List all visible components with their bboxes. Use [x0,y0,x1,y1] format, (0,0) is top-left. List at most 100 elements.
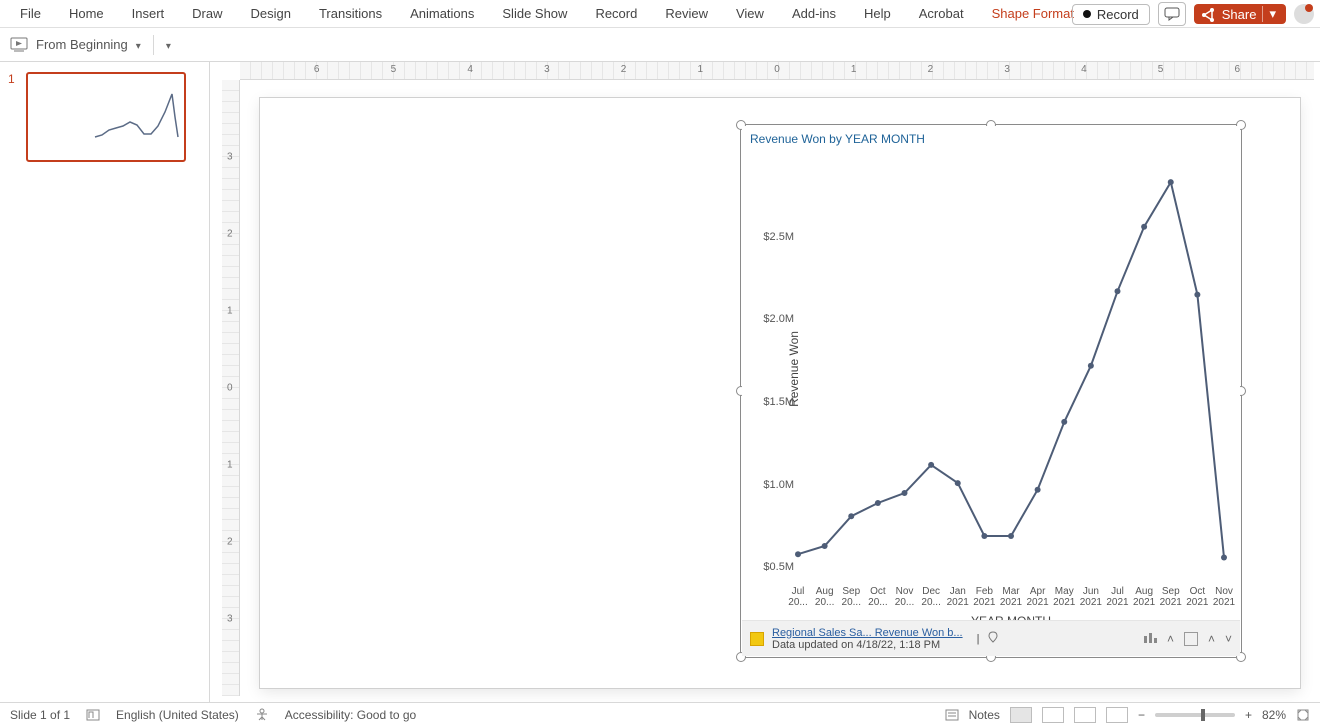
account-icon[interactable] [1294,4,1314,24]
chart-point [848,513,854,519]
status-slide-info: Slide 1 of 1 [10,708,70,722]
chart-point [955,480,961,486]
chart-object[interactable]: Revenue Won by YEAR MONTH Revenue Won YE… [742,126,1240,656]
chart-source-link[interactable]: Regional Sales Sa... Revenue Won b... [772,627,963,639]
ruler-v-label: 3 [227,152,233,163]
qat-customize-chevron-icon[interactable] [166,37,171,52]
chart-plot-area: Revenue Won YEAR MONTH $0.5M$1.0M$1.5M$2… [798,154,1224,584]
tab-review[interactable]: Review [651,0,722,28]
slide-canvas-area[interactable]: 6543210123456 3210123 Revenue Won by YEA… [210,62,1320,702]
comments-button[interactable] [1158,2,1186,26]
share-button[interactable]: Share ▾ [1194,4,1286,24]
view-sorter-button[interactable] [1042,707,1064,723]
share-chevron-icon[interactable]: ▾ [1262,6,1276,22]
zoom-slider[interactable] [1155,713,1235,717]
fit-to-window-icon[interactable] [1296,708,1310,722]
chart-expand-icon[interactable] [1184,632,1198,646]
ruler-v-label: 2 [227,537,233,548]
tab-transitions[interactable]: Transitions [305,0,396,28]
zoom-slider-thumb[interactable] [1201,709,1205,721]
notes-icon [945,708,959,722]
view-normal-button[interactable] [1010,707,1032,723]
chart-footer: Regional Sales Sa... Revenue Won b... Da… [742,620,1240,656]
slide-thumbnail-1[interactable] [26,72,186,162]
chart-type-icon[interactable] [1143,630,1157,647]
chart-point [1035,487,1041,493]
ruler-h-label: 3 [544,64,550,75]
status-bar: Slide 1 of 1 English (United States) Acc… [0,702,1320,726]
chart-point [1115,288,1121,294]
chart-point [875,500,881,506]
status-language[interactable]: English (United States) [116,708,239,722]
y-tick-label: $2.5M [763,231,794,243]
chart-pin-icon[interactable] [987,631,999,646]
slide[interactable]: Revenue Won by YEAR MONTH Revenue Won YE… [260,98,1300,688]
from-beginning-icon[interactable] [10,37,28,53]
chart-footer-right: ˄ ˄ ˅ [1143,630,1232,647]
ruler-h-label: 4 [1081,64,1087,75]
zoom-out-button[interactable]: − [1138,708,1145,722]
tab-view[interactable]: View [722,0,778,28]
ruler-v-label: 2 [227,229,233,240]
ruler-v-label: 0 [227,383,233,394]
ruler-h-label: 0 [774,64,780,75]
ruler-h-label: 1 [698,64,704,75]
tab-home[interactable]: Home [55,0,118,28]
ruler-h-label: 2 [621,64,627,75]
ruler-v-label: 3 [227,614,233,625]
ruler-h-label: 2 [928,64,934,75]
share-icon [1202,7,1216,21]
chevron-up-icon-2[interactable]: ˄ [1208,632,1215,646]
ribbon: File Home Insert Draw Design Transitions… [0,0,1320,28]
ruler-h-label: 1 [851,64,857,75]
chevron-up-icon[interactable]: ˄ [1167,632,1174,646]
ruler-h-label: 6 [1235,64,1241,75]
tab-animations[interactable]: Animations [396,0,488,28]
chart-point [902,490,908,496]
ruler-h-label: 6 [314,64,320,75]
share-label: Share [1222,7,1257,22]
tab-file[interactable]: File [6,0,55,28]
tab-draw[interactable]: Draw [178,0,236,28]
tab-help[interactable]: Help [850,0,905,28]
ruler-h-label: 5 [1158,64,1164,75]
chart-point [1168,179,1174,185]
chevron-down-icon[interactable]: ˅ [1225,632,1232,646]
tab-record[interactable]: Record [581,0,651,28]
tab-design[interactable]: Design [237,0,305,28]
spellcheck-icon[interactable] [86,708,100,722]
ribbon-right-controls: Record Share ▾ [1072,2,1314,26]
vertical-ruler: 3210123 [222,80,240,696]
horizontal-ruler: 6543210123456 [240,62,1314,80]
chart-point [928,462,934,468]
chart-point [1141,224,1147,230]
status-accessibility[interactable]: Accessibility: Good to go [285,708,416,722]
ruler-h-label: 4 [467,64,473,75]
from-beginning-label[interactable]: From Beginning [36,37,128,52]
zoom-in-button[interactable]: + [1245,708,1252,722]
view-slideshow-button[interactable] [1106,707,1128,723]
x-tick-label: Nov2021 [1207,586,1241,608]
tab-insert[interactable]: Insert [118,0,179,28]
quick-access-toolbar: From Beginning [0,28,1320,62]
from-beginning-chevron-icon[interactable] [136,37,141,52]
tab-add-ins[interactable]: Add-ins [778,0,850,28]
y-tick-label: $0.5M [763,561,794,573]
thumbnail-chart-icon [90,82,180,152]
view-reading-button[interactable] [1074,707,1096,723]
chart-point [1221,555,1227,561]
qat-separator [153,35,154,55]
tab-slide-show[interactable]: Slide Show [488,0,581,28]
thumbnail-pane[interactable]: 1 [0,62,210,702]
chart-point [1088,363,1094,369]
zoom-value[interactable]: 82% [1262,708,1286,722]
tab-acrobat[interactable]: Acrobat [905,0,978,28]
powerbi-icon [750,632,764,646]
thumbnail-number: 1 [8,72,20,162]
notes-button[interactable]: Notes [969,708,1000,722]
chart-point [1194,292,1200,298]
workspace: 1 6543210123456 3210123 [0,62,1320,702]
chart-svg [798,154,1224,584]
thumbnail-row: 1 [8,72,201,162]
record-button[interactable]: Record [1072,4,1150,25]
